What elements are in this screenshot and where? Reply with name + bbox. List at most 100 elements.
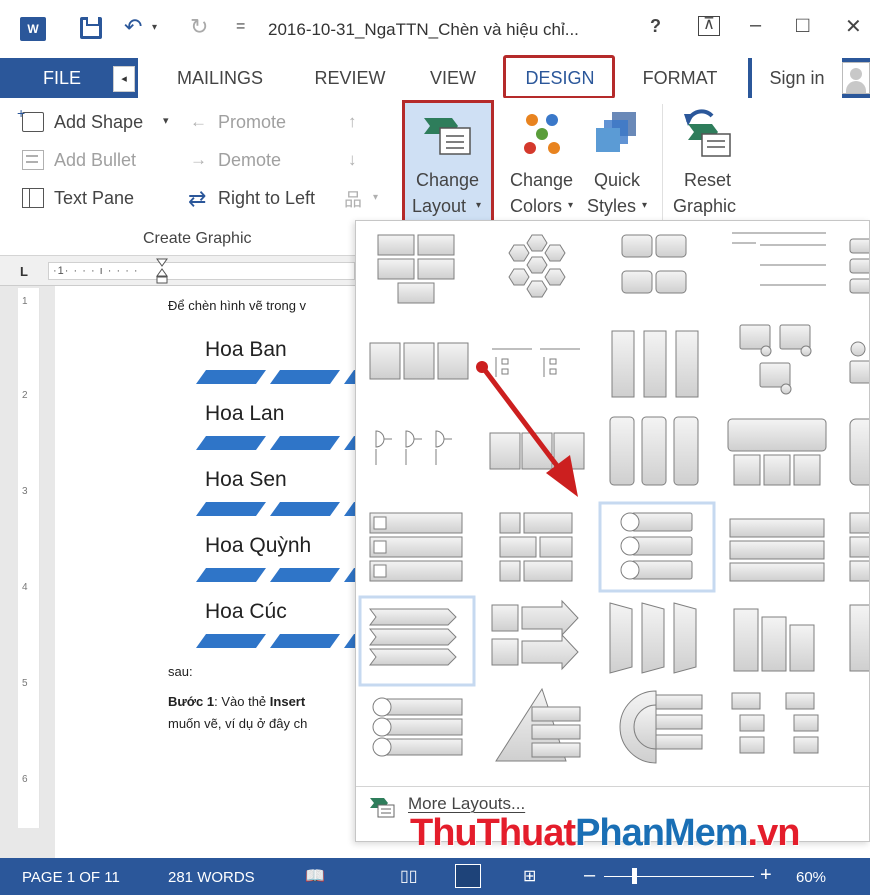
user-avatar[interactable] [842, 62, 870, 94]
tab-view[interactable]: VIEW [418, 58, 488, 98]
move-up-icon[interactable]: ↑ [348, 112, 357, 132]
promote-button[interactable]: Promote [218, 112, 286, 133]
qat-customize-icon[interactable]: = [236, 18, 245, 36]
layout-option-table-list [727, 418, 827, 486]
change-layout-label-1: Change [416, 170, 480, 190]
undo-icon[interactable]: ↶ [124, 14, 142, 40]
smartart-stripe [196, 436, 356, 450]
add-shape-button[interactable]: Add Shape [54, 112, 143, 133]
page-count-status[interactable]: PAGE 1 OF 11 [22, 869, 120, 886]
quick-styles-label-1[interactable]: Quick [594, 170, 640, 191]
layout-option-vertical-boxes [611, 330, 699, 398]
web-layout-icon[interactable]: ⊞ [523, 866, 536, 886]
reset-graphic-label-2[interactable]: Graphic [673, 196, 736, 217]
add-bullet-icon [22, 150, 44, 170]
layout-option-partial-right-3 [849, 418, 869, 486]
indent-marker-icon[interactable] [156, 258, 168, 284]
smartart-item-5[interactable]: Hoa Cúc [205, 600, 287, 624]
right-to-left-icon: ⇄ [188, 186, 207, 211]
tab-format[interactable]: FORMAT [630, 58, 730, 98]
more-layouts-menu-item[interactable]: More Layouts... [408, 794, 525, 814]
smartart-stripe [196, 634, 356, 648]
svg-text:6: 6 [22, 774, 28, 785]
text-pane-button[interactable]: Text Pane [54, 188, 134, 209]
add-shape-icon: + [17, 105, 44, 132]
add-shape-dropdown-icon[interactable]: ▾ [163, 114, 169, 127]
tab-scroll-left-button[interactable]: ◂ [113, 66, 135, 92]
reset-graphic-icon[interactable] [682, 108, 732, 158]
title-bar: W ↶ ▾ ↻ = 2016-10-31_NgaTTN_Chèn và hiệu… [0, 0, 870, 58]
step-label: Bước 1 [168, 694, 215, 709]
change-colors-dropdown-icon[interactable]: ▾ [568, 200, 573, 211]
quick-styles-label-2[interactable]: Styles [587, 196, 636, 217]
status-bar: PAGE 1 OF 11 281 WORDS 📖 ▯▯ ⊞ – + 60% [0, 858, 870, 895]
right-to-left-button[interactable]: Right to Left [218, 188, 315, 209]
document-text-sau: sau: [168, 664, 193, 679]
quick-styles-dropdown-icon[interactable]: ▾ [642, 200, 647, 211]
change-colors-label-2[interactable]: Colors [510, 196, 562, 217]
tab-review[interactable]: REVIEW [300, 58, 400, 98]
vertical-ruler: 1 2 3 4 5 6 [18, 288, 40, 828]
layout-option-tree [492, 348, 580, 377]
move-down-icon[interactable]: ↓ [348, 150, 357, 170]
tab-mailings[interactable]: MAILINGS [160, 58, 280, 98]
ruler-track[interactable]: ·1· · · · ı · · · · [48, 262, 355, 280]
layout-org-dropdown-icon[interactable]: ▾ [373, 192, 378, 203]
tab-file[interactable]: FILE [22, 58, 102, 98]
minimize-button[interactable]: – [750, 14, 761, 37]
smartart-item-3[interactable]: Hoa Sen [205, 468, 287, 492]
smartart-stripe [196, 502, 356, 516]
redo-icon[interactable]: ↻ [190, 14, 208, 40]
svg-text:4: 4 [22, 582, 28, 593]
layout-option-list-blocks [369, 342, 469, 380]
smartart-item-4[interactable]: Hoa Quỳnh [205, 534, 311, 558]
help-button[interactable]: ? [650, 16, 661, 37]
layout-option-lined-list [732, 232, 826, 286]
smartart-item-2[interactable]: Hoa Lan [205, 402, 284, 426]
change-colors-icon[interactable] [518, 110, 566, 158]
maximize-button[interactable]: □ [796, 12, 809, 38]
word-count-status[interactable]: 281 WORDS [168, 869, 255, 886]
undo-dropdown-icon[interactable]: ▾ [152, 22, 157, 33]
close-button[interactable]: ✕ [845, 14, 862, 39]
layout-option-picture-list [369, 512, 463, 582]
layout-option-vertical-circle-list [620, 512, 693, 580]
sign-in-link[interactable]: Sign in [752, 58, 842, 98]
proofing-icon[interactable]: 📖 [305, 866, 325, 886]
print-layout-icon[interactable] [455, 864, 481, 888]
document-intro-text: Để chèn hình vẽ trong v [168, 298, 307, 313]
change-colors-label-1[interactable]: Change [510, 170, 573, 191]
zoom-in-button[interactable]: + [760, 864, 772, 887]
add-bullet-button[interactable]: Add Bullet [54, 150, 136, 171]
svg-text:2: 2 [22, 390, 28, 401]
layout-option-arrow-list [491, 599, 579, 671]
zoom-slider-track[interactable] [604, 876, 754, 877]
change-layout-dropdown-icon: ▾ [476, 200, 482, 211]
svg-text:1: 1 [22, 296, 28, 307]
ribbon-display-options-button[interactable]: ⊼ [698, 16, 720, 36]
reset-graphic-label-1[interactable]: Reset [684, 170, 731, 191]
layout-gallery[interactable]: More Layouts... [355, 220, 870, 842]
save-icon[interactable] [80, 17, 102, 39]
word-app-icon[interactable]: W [20, 17, 46, 41]
smartart-item-1[interactable]: Hoa Ban [205, 338, 287, 362]
step-text: : Vào thẻ [214, 694, 270, 709]
layout-org-icon[interactable]: 品 [344, 186, 362, 212]
read-mode-icon[interactable]: ▯▯ [400, 866, 418, 886]
tab-stop-selector-icon[interactable]: L [20, 264, 28, 279]
layout-option-hierarchy-list [731, 692, 819, 754]
layout-option-picture-caption [739, 324, 812, 395]
demote-button[interactable]: Demote [218, 150, 281, 171]
watermark-logo: ThuThuatPhanMem.vn [410, 812, 800, 854]
layout-gallery-grid [358, 232, 869, 764]
zoom-level[interactable]: 60% [796, 869, 826, 886]
zoom-out-button[interactable]: – [584, 864, 595, 887]
step-insert: Insert [269, 694, 306, 709]
layout-option-horizontal-bullet-list [729, 518, 825, 582]
quick-styles-icon[interactable] [594, 110, 640, 160]
demote-arrow-icon: → [190, 150, 207, 169]
more-layouts-icon [370, 798, 395, 818]
layout-option-vertical-block-list [609, 416, 699, 486]
layout-option-alternating-hexagons [621, 234, 687, 294]
zoom-slider-thumb[interactable] [632, 868, 637, 884]
